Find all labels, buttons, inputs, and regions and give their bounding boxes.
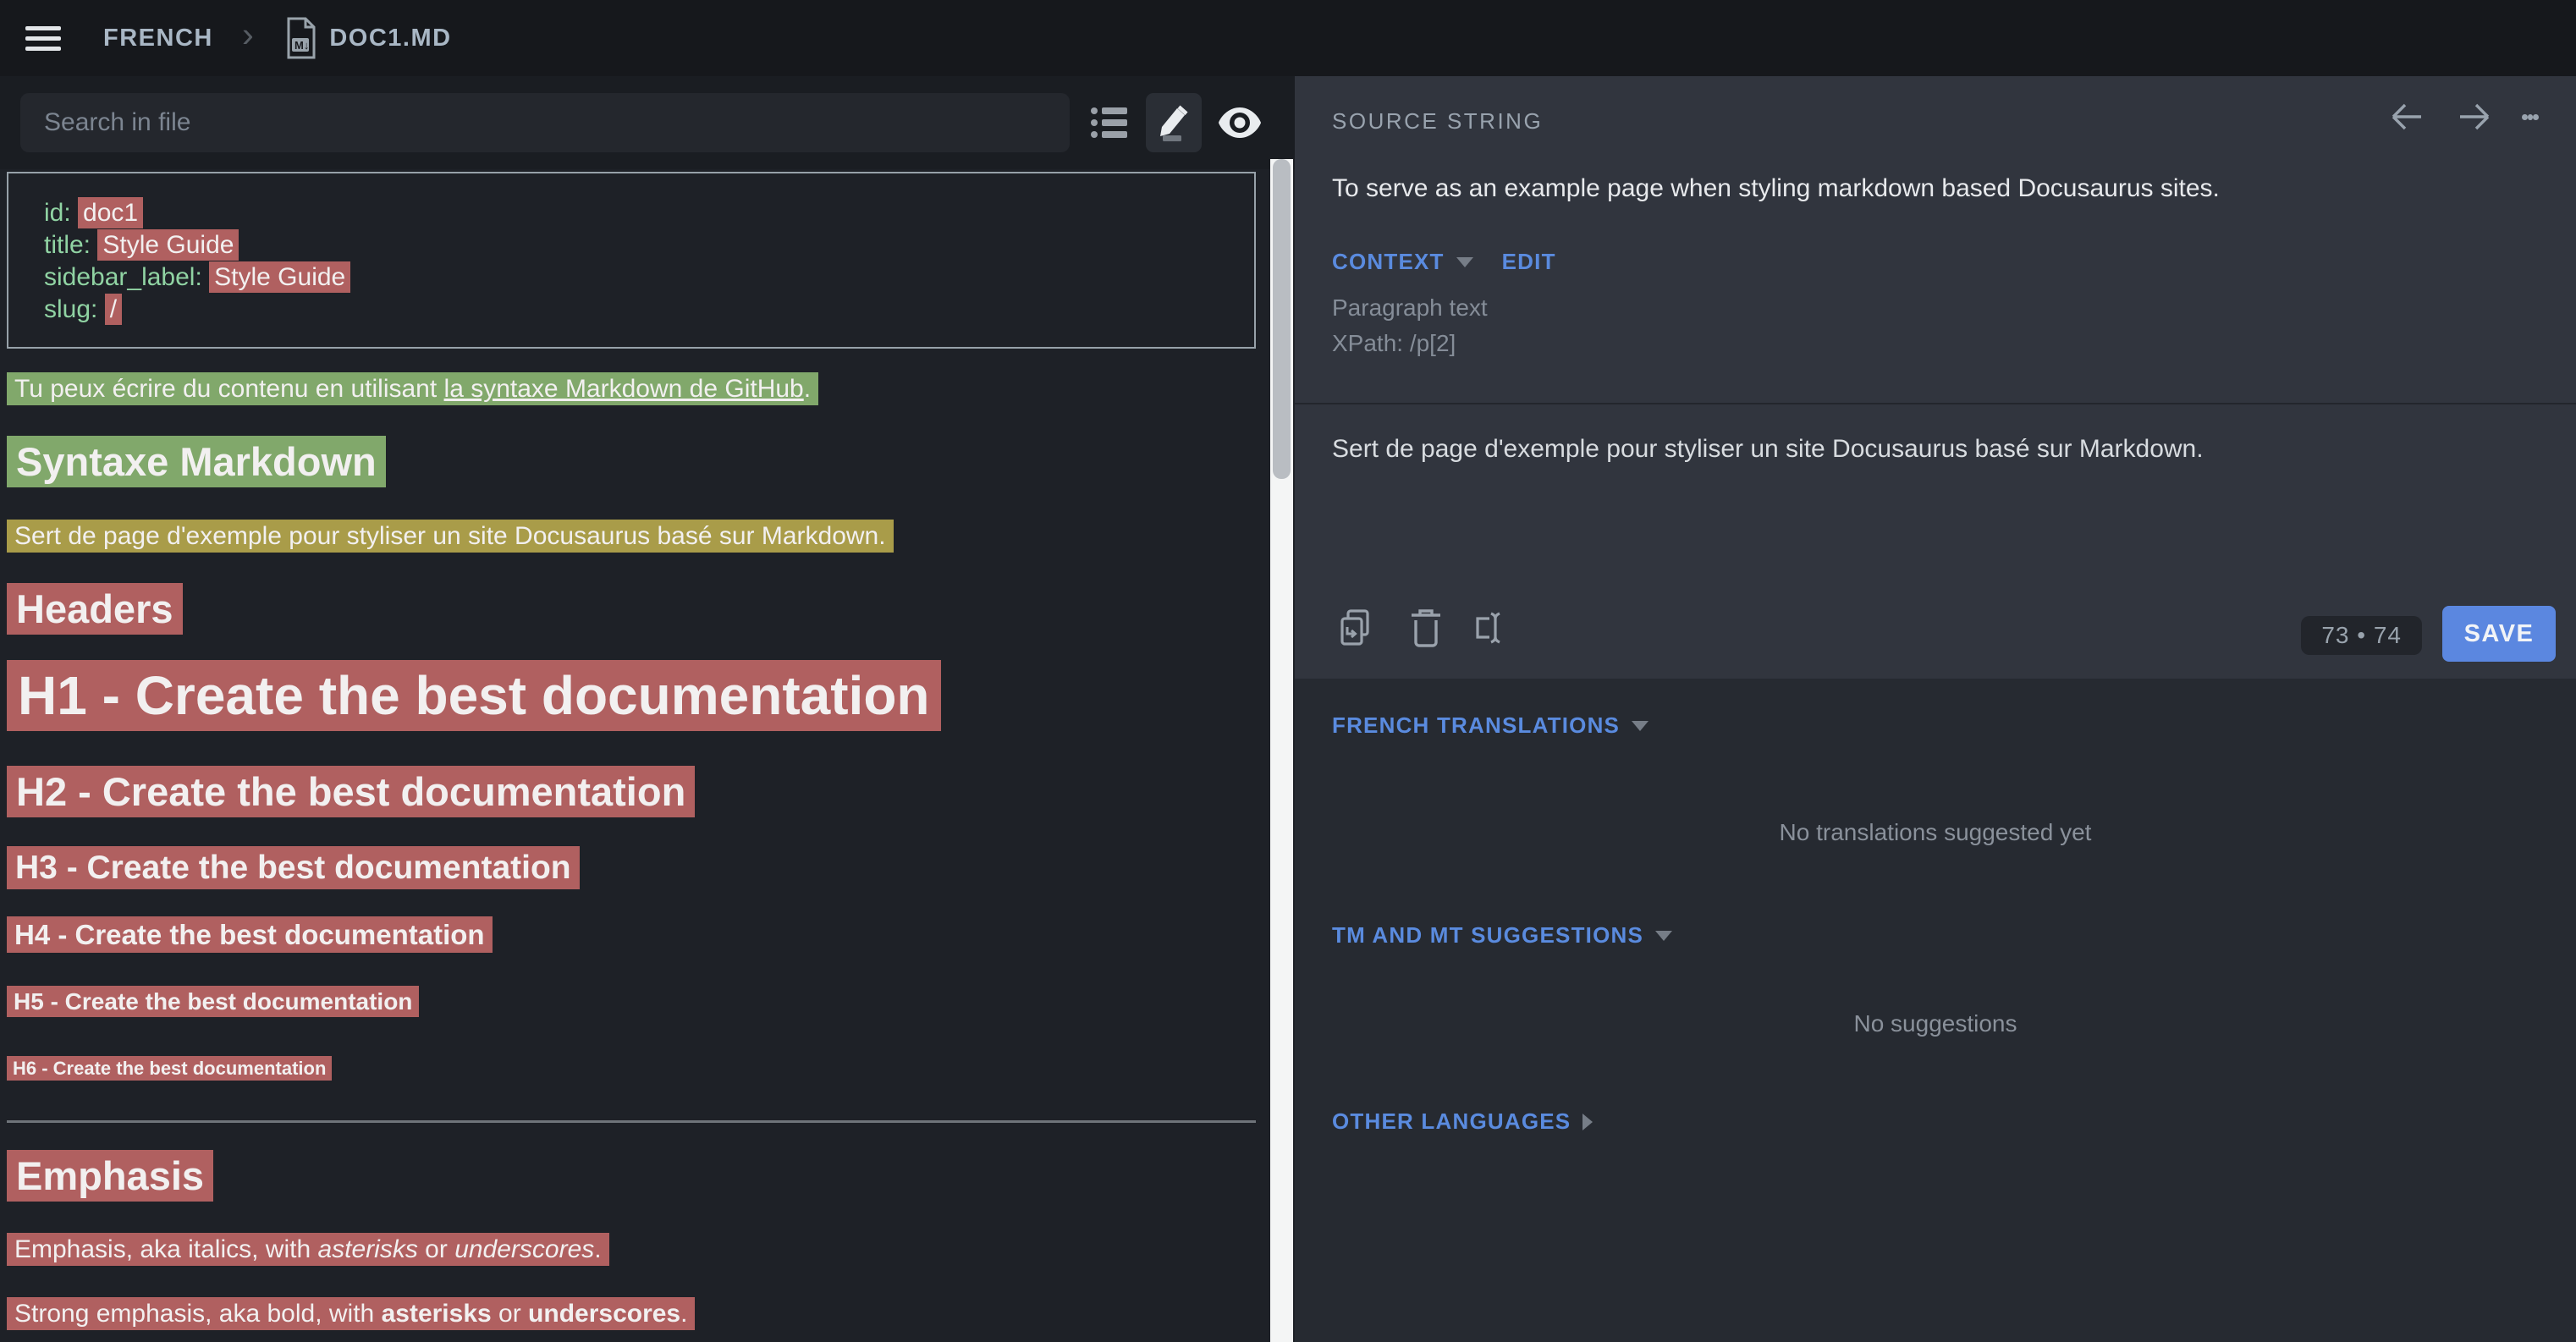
frontmatter-key: id:: [44, 199, 78, 227]
doc-heading-h2: H2 - Create the best documentation: [7, 768, 695, 815]
frontmatter-value-string[interactable]: /: [105, 294, 122, 325]
arrow-left-icon: [2387, 97, 2426, 136]
suggestions-empty-text: No suggestions: [1295, 1010, 2576, 1037]
section-french-translations[interactable]: FRENCH TRANSLATIONS: [1332, 712, 1649, 739]
translatable-string[interactable]: H3 - Create the best documentation: [7, 846, 580, 889]
frontmatter-key: slug:: [44, 295, 105, 323]
section-other-languages[interactable]: OTHER LANGUAGES: [1332, 1108, 1593, 1135]
save-button[interactable]: SAVE: [2442, 606, 2556, 662]
section-label: OTHER LANGUAGES: [1332, 1108, 1571, 1135]
string-navigation: [2386, 96, 2539, 137]
frontmatter-row: sidebar_label: Style Guide: [44, 261, 1254, 294]
breadcrumb-file[interactable]: DOC1.MD: [329, 25, 451, 52]
translatable-string[interactable]: H1 - Create the best documentation: [7, 660, 941, 731]
pencil-icon: [1155, 102, 1192, 144]
translatable-string[interactable]: Emphasis: [7, 1150, 213, 1202]
scrollbar-thumb[interactable]: [1273, 159, 1291, 479]
text-cursor-icon: [1467, 607, 1510, 649]
translation-text: Sert de page d'exemple pour styliser un …: [1332, 435, 2204, 464]
markdown-file-icon: M↓: [285, 16, 317, 60]
edit-mode-button[interactable]: [1146, 93, 1202, 152]
translatable-string[interactable]: H5 - Create the best documentation: [7, 986, 419, 1017]
frontmatter-row: slug: /: [44, 294, 1254, 326]
doc-horizontal-rule: [7, 1120, 1256, 1123]
file-toolbar: [0, 76, 1295, 169]
breadcrumb-project[interactable]: FRENCH: [103, 25, 213, 52]
edit-context-button[interactable]: EDIT: [1502, 249, 1556, 275]
selected-string[interactable]: Sert de page d'exemple pour styliser un …: [7, 520, 894, 553]
section-tm-mt-suggestions[interactable]: TM AND MT SUGGESTIONS: [1332, 922, 1672, 949]
doc-paragraph-selected: Sert de page d'exemple pour styliser un …: [7, 522, 894, 551]
translatable-string[interactable]: Headers: [7, 583, 183, 635]
document-view: id: doc1 title: Style Guide sidebar_labe…: [0, 169, 1269, 1342]
document-scrollbar[interactable]: [1270, 159, 1293, 1342]
doc-paragraph-intro: Tu peux écrire du contenu en utilisant l…: [7, 375, 818, 404]
doc-heading-h3: H3 - Create the best documentation: [7, 850, 580, 887]
doc-heading-headers: Headers: [7, 586, 183, 632]
frontmatter-row: title: Style Guide: [44, 229, 1254, 261]
section-label: TM AND MT SUGGESTIONS: [1332, 922, 1643, 949]
chevron-down-icon: [1632, 721, 1649, 731]
translations-empty-text: No translations suggested yet: [1295, 819, 2576, 846]
string-editor-card: SOURCE STRING To serve as an example pag…: [1295, 76, 2576, 679]
frontmatter-key: title:: [44, 231, 97, 259]
frontmatter-row: id: doc1: [44, 197, 1254, 229]
search-input[interactable]: [20, 93, 1070, 152]
arrow-right-icon: [2455, 97, 2494, 136]
copy-source-icon: [1335, 607, 1375, 649]
translatable-string[interactable]: Syntaxe Markdown: [7, 436, 386, 487]
frontmatter-value-string[interactable]: Style Guide: [97, 229, 239, 261]
translatable-string[interactable]: Tu peux écrire du contenu en utilisant l…: [7, 372, 818, 405]
context-type: Paragraph text: [1332, 294, 1488, 322]
chevron-down-icon: [1655, 931, 1672, 941]
doc-heading-h1: H1 - Create the best documentation: [7, 664, 941, 727]
frontmatter-key: sidebar_label:: [44, 263, 209, 291]
frontmatter-value-string[interactable]: Style Guide: [209, 261, 350, 293]
frontmatter-block: id: doc1 title: Style Guide sidebar_labe…: [7, 172, 1256, 349]
breadcrumb-chevron-icon: ›: [242, 20, 256, 56]
doc-paragraph-strong: Strong emphasis, aka bold, with asterisk…: [7, 1300, 695, 1328]
more-options-icon[interactable]: [2522, 96, 2539, 137]
doc-heading-h5: H5 - Create the best documentation: [7, 988, 419, 1015]
translatable-string[interactable]: H4 - Create the best documentation: [7, 916, 493, 953]
chevron-right-icon: [1582, 1114, 1593, 1130]
doc-paragraph-emphasis: Emphasis, aka italics, with asterisks or…: [7, 1235, 609, 1264]
translation-panel: SOURCE STRING To serve as an example pag…: [1295, 76, 2576, 1342]
section-label: FRENCH TRANSLATIONS: [1332, 712, 1620, 739]
svg-text:M↓: M↓: [294, 39, 309, 52]
char-counter-badge: 73 • 74: [2301, 616, 2422, 655]
top-bar: FRENCH › M↓ DOC1.MD: [0, 0, 2576, 76]
translatable-string[interactable]: Emphasis, aka italics, with asterisks or…: [7, 1233, 609, 1266]
translatable-string[interactable]: H2 - Create the best documentation: [7, 766, 695, 817]
context-controls: CONTEXT EDIT: [1332, 249, 1556, 275]
doc-heading-h6: H6 - Create the best documentation: [7, 1058, 332, 1080]
next-string-button[interactable]: [2454, 96, 2495, 137]
menu-icon[interactable]: [25, 20, 61, 57]
translation-input[interactable]: Sert de page d'exemple pour styliser un …: [1295, 404, 2576, 592]
context-toggle[interactable]: CONTEXT: [1332, 249, 1445, 275]
eye-icon: [1218, 107, 1262, 139]
insert-source-button[interactable]: [1334, 606, 1376, 650]
string-list-icon[interactable]: [1085, 98, 1134, 147]
insert-tag-button[interactable]: [1467, 606, 1510, 650]
doc-heading-syntax: Syntaxe Markdown: [7, 438, 386, 485]
source-string-title: SOURCE STRING: [1332, 108, 1543, 135]
frontmatter-value-string[interactable]: doc1: [78, 197, 143, 228]
preview-mode-button[interactable]: [1215, 98, 1264, 147]
chevron-down-icon: [1456, 257, 1473, 267]
delete-translation-button[interactable]: [1405, 606, 1447, 650]
translatable-string[interactable]: H6 - Create the best documentation: [7, 1056, 332, 1081]
doc-heading-emphasis: Emphasis: [7, 1152, 213, 1199]
context-xpath: XPath: /p[2]: [1332, 330, 1456, 357]
translatable-string[interactable]: Strong emphasis, aka bold, with asterisk…: [7, 1297, 695, 1330]
doc-heading-h4: H4 - Create the best documentation: [7, 919, 493, 951]
source-string-text: To serve as an example page when styling…: [1332, 174, 2220, 203]
trash-icon: [1408, 607, 1444, 649]
previous-string-button[interactable]: [2386, 96, 2427, 137]
doc-link[interactable]: la syntaxe Markdown de GitHub: [444, 375, 804, 403]
